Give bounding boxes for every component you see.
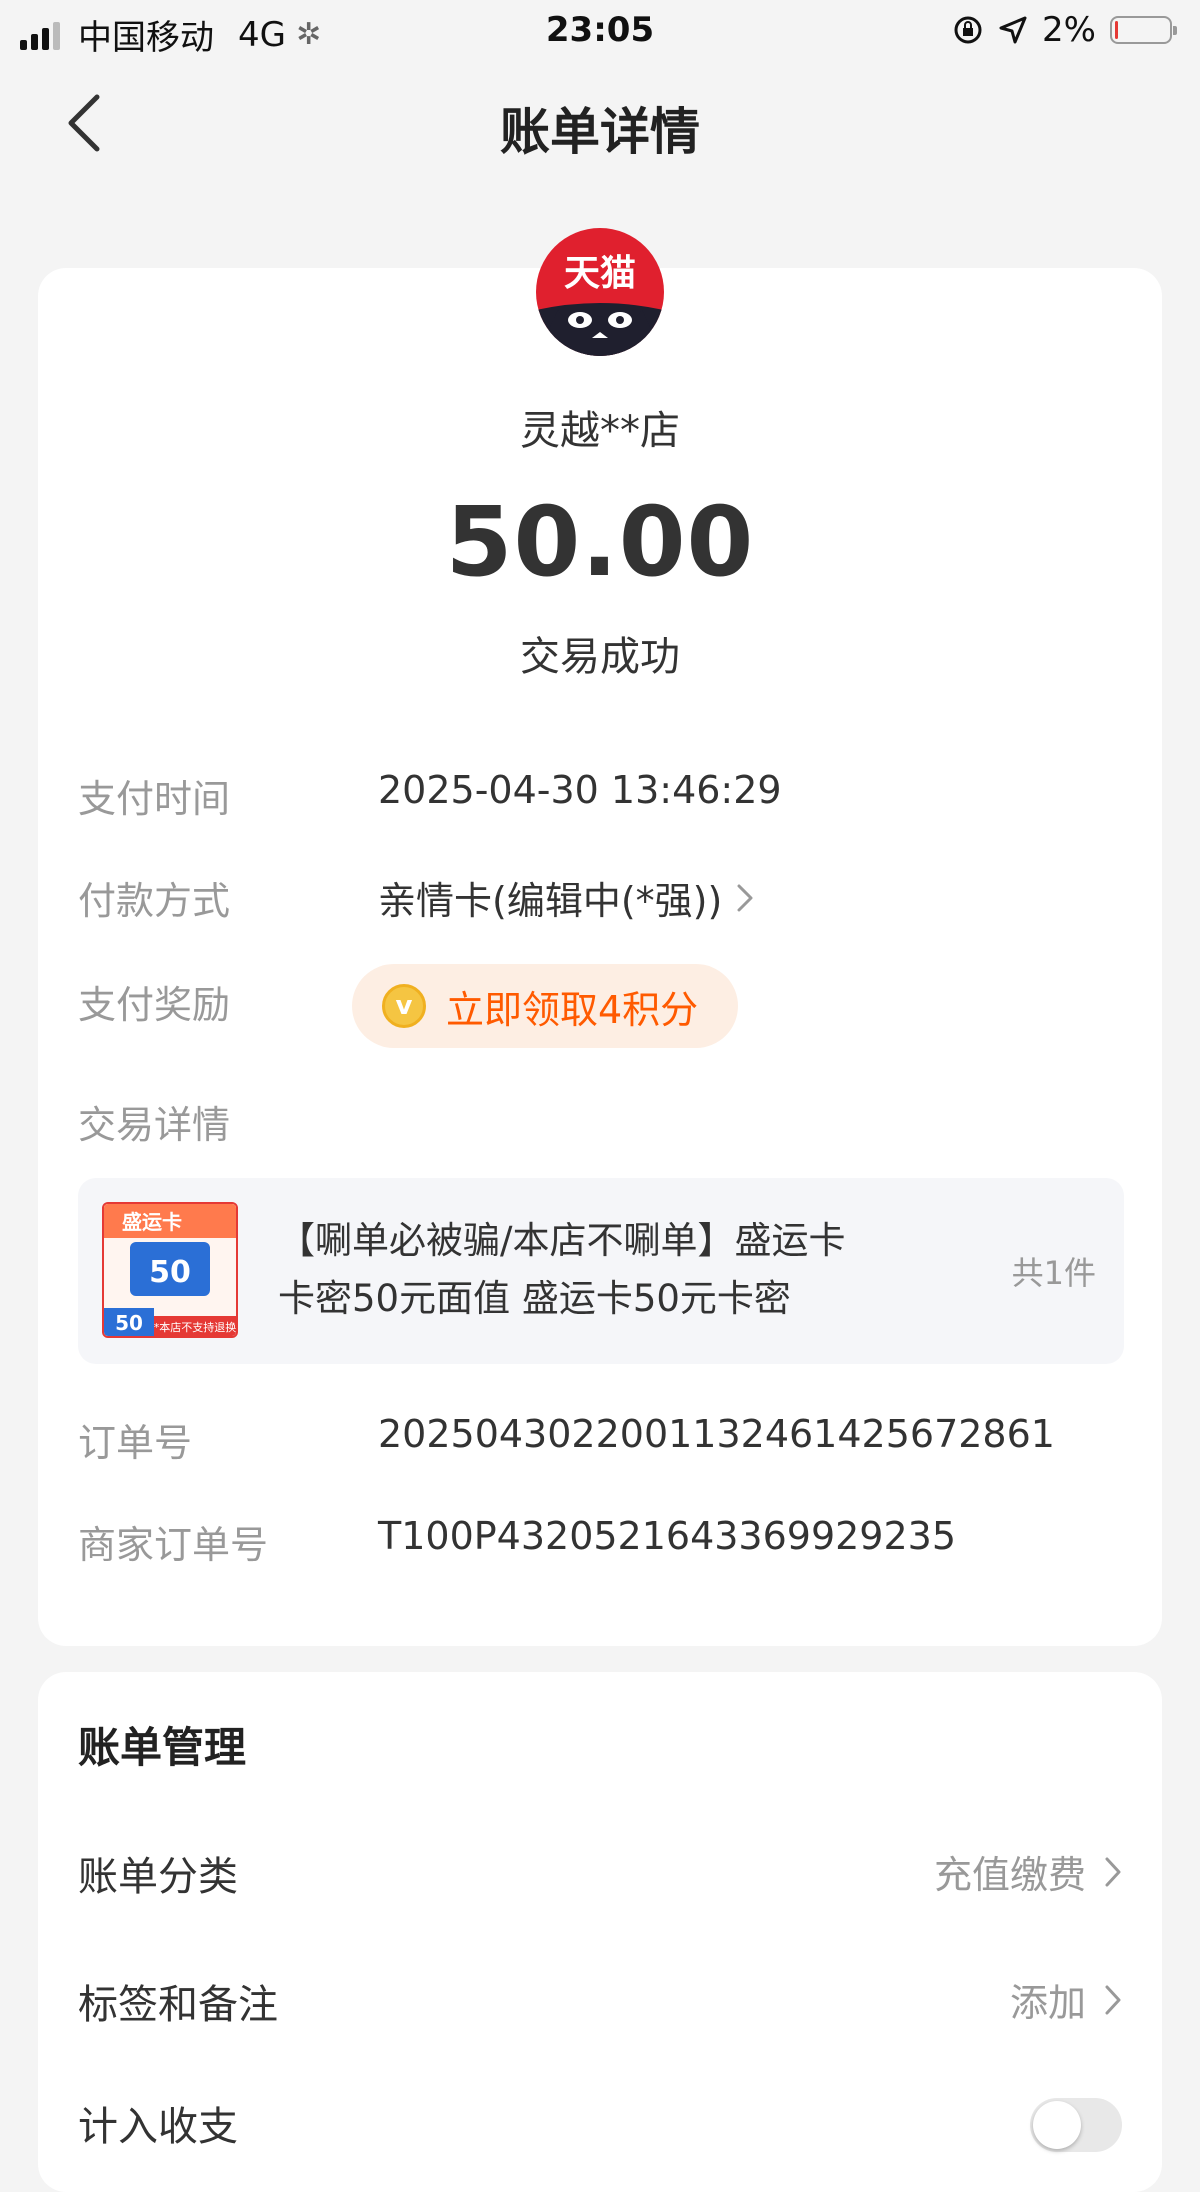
chevron-right-icon — [1105, 1857, 1121, 1886]
bill-management-title: 账单管理 — [78, 1723, 247, 1772]
bill-category-row[interactable]: 账单分类 充值缴费 — [38, 1826, 1162, 1916]
trade-detail-label: 交易详情 — [78, 1103, 231, 1147]
toggle-knob — [1033, 2101, 1081, 2149]
pay-method-link[interactable]: 亲情卡(编辑中(*强)) — [378, 870, 754, 925]
pay-method-label: 付款方式 — [78, 879, 231, 923]
reward-label: 支付奖励 — [78, 983, 231, 1027]
tags-notes-label: 标签和备注 — [78, 1982, 278, 2028]
status-right: 2% — [952, 10, 1177, 50]
merchant-order-label: 商家订单号 — [78, 1523, 269, 1567]
tags-notes-row[interactable]: 标签和备注 添加 — [38, 1954, 1162, 2044]
battery-level — [1115, 21, 1118, 39]
merchant-name: 灵越**店 — [520, 408, 680, 454]
pay-time-value: 2025-04-30 13:46:29 — [378, 768, 782, 812]
count-in-budget-toggle[interactable] — [1030, 2098, 1122, 2152]
goods-title: 【唰单必被骗/本店不唰单】盛运卡卡密50元面值 盛运卡50元卡密 — [278, 1219, 846, 1320]
points-coin-icon: v — [382, 984, 426, 1028]
merchant-order-value: T100P4320521643369929235 — [378, 1514, 957, 1558]
tmall-logo: 天猫 — [536, 228, 664, 356]
order-no-value: 2025043022001132461425672861 — [378, 1412, 1055, 1456]
count-in-budget-row: 计入收支 — [38, 2076, 1162, 2166]
order-no-label: 订单号 — [78, 1421, 193, 1465]
transaction-status: 交易成功 — [520, 634, 680, 680]
goods-thumbnail: 盛运卡 50 50 *本店不支持退换 — [102, 1202, 238, 1338]
rotation-lock-icon — [954, 16, 982, 44]
battery-percent: 2% — [1042, 10, 1096, 50]
pay-method-value: 亲情卡(编辑中(*强)) — [378, 879, 723, 923]
thumb-value-text: 50 — [149, 1255, 191, 1290]
battery-icon — [1110, 16, 1177, 44]
goods-count: 共1件 — [1011, 1254, 1096, 1292]
chevron-right-icon — [1105, 1985, 1121, 2014]
tmall-logo-text: 天猫 — [564, 253, 636, 294]
nav-bar: 账单详情 — [0, 70, 1200, 180]
thumb-brand-text: 盛运卡 — [122, 1210, 182, 1234]
location-icon — [999, 16, 1027, 44]
status-bar: 中国移动 4G ✲ 23:05 2% — [0, 0, 1200, 60]
transaction-amount: 50.00 — [445, 486, 755, 598]
count-in-budget-label: 计入收支 — [78, 2104, 238, 2150]
bill-category-value: 充值缴费 — [933, 1853, 1086, 1897]
pay-time-label: 支付时间 — [78, 777, 231, 821]
claim-points-text: 立即领取4积分 — [446, 987, 699, 1032]
chevron-right-icon — [737, 884, 753, 911]
thumb-notice-text: *本店不支持退换 — [154, 1320, 236, 1334]
bill-category-label: 账单分类 — [78, 1854, 238, 1900]
goods-item[interactable]: 盛运卡 50 50 *本店不支持退换 【唰单必被骗/本店不唰单】盛运卡卡密50元… — [78, 1178, 1124, 1364]
claim-points-button[interactable]: v 立即领取4积分 — [352, 964, 738, 1048]
thumb-price-text: 50 — [115, 1311, 143, 1335]
page-title: 账单详情 — [500, 103, 700, 161]
tags-notes-value: 添加 — [1009, 1981, 1086, 2025]
